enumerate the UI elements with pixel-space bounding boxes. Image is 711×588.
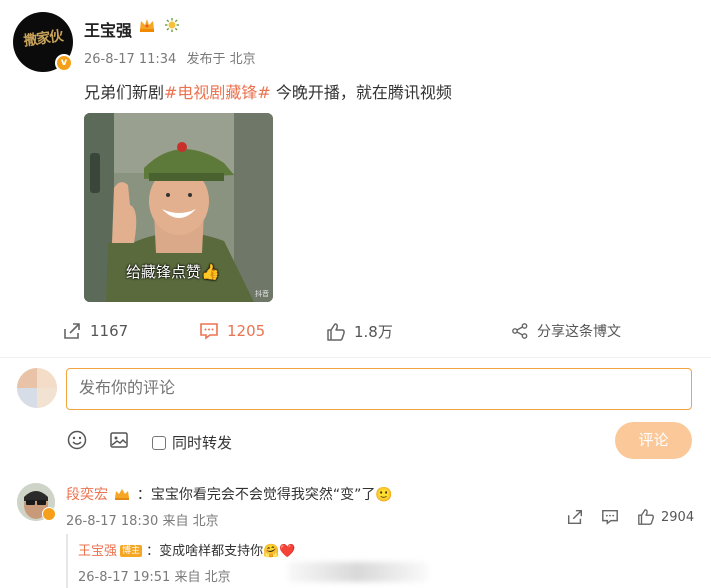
reply-text: ：变成啥样都支持你🤗❤️ (146, 544, 296, 559)
comment-icon (200, 323, 218, 340)
image-icon[interactable] (109, 430, 129, 450)
sun-icon (165, 18, 179, 32)
comment-repost-icon (567, 509, 583, 525)
comment-meta: 26-8-17 18:30 来自 北京 (66, 514, 219, 529)
comment-like-count: 2904 (661, 509, 695, 525)
like-button[interactable]: 1.8万 (326, 321, 393, 342)
blurred-avatar-image (17, 368, 57, 408)
avatar-logo-text: 撒家伙 (22, 28, 64, 50)
comment-text-line: 段奕宏 ：宝宝你看完会不会觉得我突然“变”了🙂 (66, 484, 393, 504)
post-text-after: 今晚开播，就在腾讯视频 (270, 83, 452, 102)
reply-meta: 26-8-17 19:51 来自 北京 (78, 570, 231, 585)
share-icon (512, 323, 528, 339)
blurred-overlay (288, 562, 428, 582)
comment-reply-icon (602, 509, 618, 525)
like-icon (327, 322, 345, 341)
image-watermark: 抖音 (255, 290, 269, 298)
crown-icon (140, 19, 154, 32)
my-avatar (17, 368, 57, 408)
post-text-before: 兄弟们新剧 (84, 83, 165, 102)
commenter-crown-icon (115, 489, 130, 500)
reply-author-name[interactable]: 王宝强 (78, 544, 117, 559)
repost-checkbox-label: 同时转发 (172, 434, 233, 452)
comment-like-button[interactable]: 2904 (637, 508, 694, 526)
share-button[interactable]: 分享这条博文 (511, 321, 621, 341)
hashtag-link[interactable]: #电视剧藏锋# (164, 83, 271, 102)
post-time[interactable]: 26-8-17 11:34 (84, 52, 176, 67)
repost-icon (64, 323, 80, 339)
comment-count: 1205 (227, 322, 266, 340)
post-source: 发布于 北京 (186, 52, 256, 67)
verified-badge-icon: v (55, 54, 73, 72)
section-divider (0, 357, 711, 358)
post-meta: 26-8-17 11:34 发布于 北京 (84, 48, 262, 67)
comment-like-icon (638, 509, 654, 525)
comment-repost-button[interactable] (566, 508, 584, 526)
submit-comment-button[interactable]: 评论 (615, 422, 692, 459)
emoji-icon[interactable] (67, 430, 87, 450)
reply-text-line: 王宝强 博主 ：变成啥样都支持你🤗❤️ (78, 540, 296, 559)
comment-text: ：宝宝你看完会不会觉得我突然“变”了🙂 (136, 487, 393, 503)
image-caption: 给藏锋点赞👍 (126, 263, 220, 281)
comment-input[interactable] (66, 368, 692, 410)
post-image[interactable]: 给藏锋点赞👍 抖音 (84, 113, 273, 302)
like-count: 1.8万 (354, 323, 393, 341)
checkbox-box[interactable] (152, 435, 166, 450)
author-name[interactable]: 王宝强 (84, 17, 132, 41)
post-text: 兄弟们新剧#电视剧藏锋# 今晚开播，就在腾讯视频 (84, 79, 452, 103)
repost-count: 1167 (90, 322, 129, 340)
share-label: 分享这条博文 (537, 324, 621, 340)
post-actions: 1167 1205 1.8万 分享这条博文 (0, 319, 711, 347)
comment-reply: 王宝强 博主 ：变成啥样都支持你🤗❤️ 26-8-17 19:51 来自 北京 (66, 534, 711, 588)
commenter-name[interactable]: 段奕宏 (66, 487, 108, 503)
author-badge: 博主 (120, 545, 143, 557)
comment-button[interactable]: 1205 (199, 321, 265, 341)
repost-button[interactable]: 1167 (62, 321, 128, 341)
repost-checkbox[interactable]: 同时转发 (152, 432, 232, 453)
commenter-verified-icon (42, 507, 56, 521)
comment-reply-button[interactable] (601, 508, 619, 526)
